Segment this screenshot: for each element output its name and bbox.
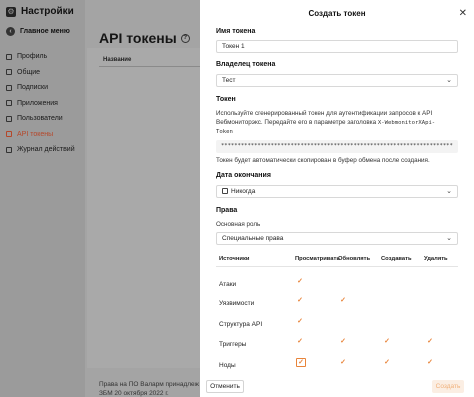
sidebar-item-label: Подписки — [17, 84, 49, 92]
sidebar-item-apps[interactable]: Приложения — [6, 96, 82, 112]
general-icon — [6, 69, 12, 76]
token-name-label: Имя токена — [216, 28, 256, 35]
activity-log-icon — [6, 146, 12, 153]
tokens-table-card — [87, 48, 200, 368]
token-header-code: X-WebmonitorXApi- — [377, 120, 436, 126]
perm-row-label: Уязвимости — [219, 300, 255, 307]
column-header-name[interactable]: Название — [103, 57, 131, 63]
token-desc-line: Используйте сгенерированный токен для ау… — [216, 110, 433, 117]
perm-checkbox-update[interactable]: ✓ — [339, 358, 347, 366]
perm-checkbox-view[interactable]: ✓ — [296, 296, 304, 304]
owner-select[interactable]: Тест ⌄ — [216, 74, 458, 87]
perm-col-update: Обновлять — [338, 256, 371, 262]
main-menu-label: Главное меню — [20, 28, 70, 35]
perm-row-label: Атаки — [219, 281, 237, 288]
rights-label: Права — [216, 207, 238, 214]
subscriptions-icon — [6, 84, 12, 91]
token-value-box[interactable]: ****************************************… — [216, 140, 458, 153]
base-role-value: Специальные права — [222, 235, 284, 242]
close-icon[interactable]: ✕ — [459, 8, 467, 19]
perm-checkbox-update[interactable]: ✓ — [339, 337, 347, 345]
footer-note: Права на ПО Валарм принадлежат ЗБМ 20 ок… — [99, 380, 199, 397]
users-icon — [6, 115, 12, 122]
chevron-down-icon: ⌄ — [446, 235, 452, 242]
perm-row-label: Триггеры — [219, 341, 247, 348]
sidebar-item-label: Профиль — [17, 53, 48, 61]
sidebar-nav: Профиль Общие Подписки Приложения Пользо… — [6, 49, 82, 158]
perm-col-delete: Удалять — [424, 256, 448, 262]
perm-row-label: Ноды — [219, 362, 236, 369]
token-header-code: Token — [216, 129, 233, 135]
expiry-value: Никогда — [231, 188, 256, 195]
chevron-down-icon: ⌄ — [446, 77, 452, 84]
page-title-text: API токены — [99, 30, 177, 46]
perm-checkbox-delete[interactable]: ✓ — [426, 358, 434, 366]
drawer-title: Создать токен — [308, 9, 366, 18]
sidebar-item-users[interactable]: Пользователи — [6, 111, 82, 127]
perm-checkbox-view[interactable]: ✓ — [296, 317, 304, 325]
perm-checkbox-create[interactable]: ✓ — [383, 337, 391, 345]
divider — [99, 66, 200, 67]
base-role-label: Основная роль — [216, 221, 261, 228]
footer-note-line: Права на ПО Валарм принадлежат — [99, 381, 199, 388]
token-desc-line: Вебмониторэкс. Передайте его в параметре… — [216, 118, 461, 128]
sidebar-item-label: Общие — [17, 68, 41, 76]
help-icon[interactable]: ? — [180, 33, 190, 43]
base-role-select[interactable]: Специальные права ⌄ — [216, 232, 458, 245]
sidebar-item-api-tokens[interactable]: API токены — [6, 127, 82, 143]
chevron-down-icon: ⌄ — [446, 188, 452, 195]
sidebar-item-label: API токены — [17, 130, 54, 138]
page-title: API токены ? — [99, 30, 190, 46]
perm-checkbox-create[interactable]: ✓ — [383, 358, 391, 366]
sidebar: ⚙ Настройки ‹ Главное меню Профиль Общие… — [0, 0, 85, 397]
settings-icon: ⚙ — [6, 6, 16, 17]
calendar-icon — [222, 188, 228, 194]
perm-checkbox-update[interactable]: ✓ — [339, 296, 347, 304]
sidebar-item-label: Журнал действий — [17, 146, 75, 154]
token-owner-label: Владелец токена — [216, 61, 276, 68]
token-description: Используйте сгенерированный токен для ау… — [216, 109, 461, 137]
cancel-button[interactable]: Отменить — [206, 380, 244, 393]
perm-col-create: Создавать — [381, 256, 412, 262]
divider — [216, 266, 458, 267]
sidebar-title: Настройки — [21, 6, 74, 17]
sidebar-item-subscriptions[interactable]: Подписки — [6, 80, 82, 96]
sidebar-item-label: Пользователи — [17, 115, 63, 123]
profile-icon — [6, 53, 12, 60]
sidebar-item-profile[interactable]: Профиль — [6, 49, 82, 65]
token-copied-note: Токен будет автоматически скопирован в б… — [216, 157, 430, 164]
perm-checkbox-view[interactable]: ✓ — [296, 358, 306, 367]
sidebar-header: ⚙ Настройки — [6, 6, 74, 17]
token-name-input[interactable]: Токен 1 — [216, 40, 458, 53]
perm-checkbox-delete[interactable]: ✓ — [426, 337, 434, 345]
owner-value: Тест — [222, 77, 236, 84]
perm-checkbox-view[interactable]: ✓ — [296, 337, 304, 345]
sidebar-item-label: Приложения — [17, 99, 58, 107]
perm-col-sources: Источники — [219, 256, 250, 262]
token-name-value: Токен 1 — [222, 43, 245, 50]
expiry-select[interactable]: Никогда ⌄ — [216, 185, 458, 198]
perm-col-view: Просматривать — [295, 256, 340, 262]
perm-row-label: Структура API — [219, 321, 263, 328]
create-button[interactable]: Создать — [432, 380, 464, 393]
sidebar-item-activity-log[interactable]: Журнал действий — [6, 142, 82, 158]
apps-icon — [6, 100, 12, 107]
api-tokens-icon — [6, 131, 12, 138]
token-label: Токен — [216, 96, 236, 103]
perm-checkbox-view[interactable]: ✓ — [296, 277, 304, 285]
footer-note-line: ЗБМ 20 октября 2022 г. — [99, 390, 169, 397]
back-arrow-icon: ‹ — [6, 27, 15, 36]
main-menu-link[interactable]: ‹ Главное меню — [6, 27, 70, 36]
expiry-label: Дата окончания — [216, 172, 271, 179]
sidebar-item-general[interactable]: Общие — [6, 65, 82, 81]
token-desc-text: Вебмониторэкс. Передайте его в параметре… — [216, 119, 377, 126]
